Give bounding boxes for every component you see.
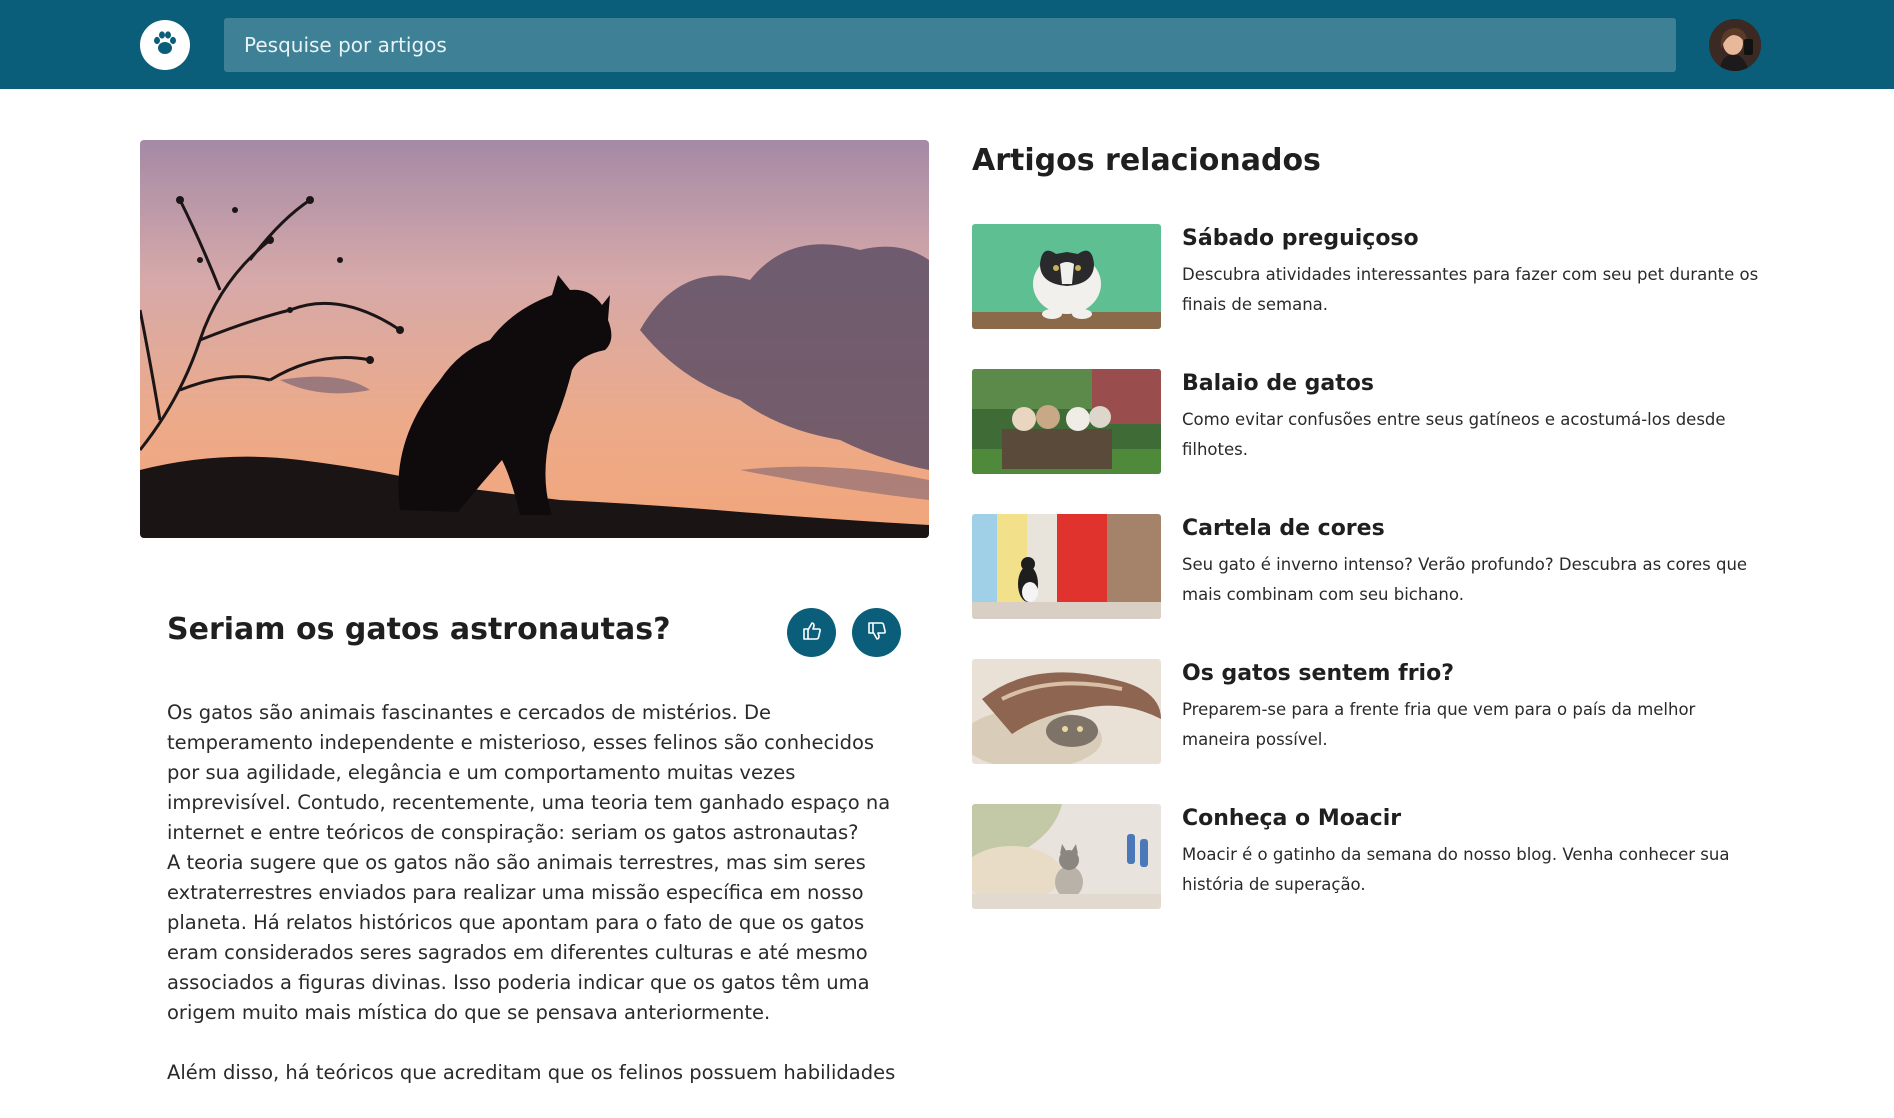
article-body: Os gatos são animais fascinantes e cerca… — [167, 698, 912, 1118]
logo-button[interactable] — [140, 20, 190, 70]
related-article-description: Descubra atividades interessantes para f… — [1182, 265, 1759, 314]
related-article-thumbnail — [972, 804, 1161, 909]
related-articles-list: Sábado preguiçoso Descubra atividades in… — [972, 224, 1762, 949]
search-bar[interactable] — [224, 18, 1676, 72]
thumbs-down-icon — [867, 621, 887, 644]
related-article-description: Moacir é o gatinho da semana do nosso bl… — [1182, 845, 1730, 894]
article-title: Seriam os gatos astronautas? — [167, 612, 671, 647]
user-avatar[interactable] — [1709, 19, 1761, 71]
related-article-item[interactable]: Cartela de cores Seu gato é inverno inte… — [972, 514, 1762, 659]
related-article-title[interactable]: Conheça o Moacir — [1182, 806, 1401, 831]
article-hero-image — [140, 140, 929, 538]
search-input[interactable] — [242, 32, 1658, 58]
article-paragraph: Além disso, há teóricos que acreditam qu… — [167, 1061, 896, 1084]
related-article-item[interactable]: Os gatos sentem frio? Preparem-se para a… — [972, 659, 1762, 804]
related-article-title[interactable]: Sábado preguiçoso — [1182, 226, 1419, 251]
like-button[interactable] — [787, 608, 836, 657]
related-article-description: Preparem-se para a frente fria que vem p… — [1182, 700, 1696, 749]
related-articles-heading: Artigos relacionados — [972, 143, 1321, 178]
article-paragraph: Os gatos são animais fascinantes e cerca… — [167, 701, 891, 1024]
related-article-description: Como evitar confusões entre seus gatíneo… — [1182, 410, 1726, 459]
related-article-title[interactable]: Balaio de gatos — [1182, 371, 1374, 396]
thumbs-up-icon — [802, 621, 822, 644]
paw-icon — [150, 28, 180, 62]
related-article-thumbnail — [972, 659, 1161, 764]
related-article-title[interactable]: Os gatos sentem frio? — [1182, 661, 1454, 686]
dislike-button[interactable] — [852, 608, 901, 657]
related-article-item[interactable]: Sábado preguiçoso Descubra atividades in… — [972, 224, 1762, 369]
related-article-thumbnail — [972, 514, 1161, 619]
related-article-thumbnail — [972, 224, 1161, 329]
related-article-description: Seu gato é inverno intenso? Verão profun… — [1182, 555, 1748, 604]
related-article-item[interactable]: Balaio de gatos Como evitar confusões en… — [972, 369, 1762, 514]
related-article-thumbnail — [972, 369, 1161, 474]
top-bar — [0, 0, 1894, 89]
related-article-title[interactable]: Cartela de cores — [1182, 516, 1385, 541]
related-article-item[interactable]: Conheça o Moacir Moacir é o gatinho da s… — [972, 804, 1762, 949]
